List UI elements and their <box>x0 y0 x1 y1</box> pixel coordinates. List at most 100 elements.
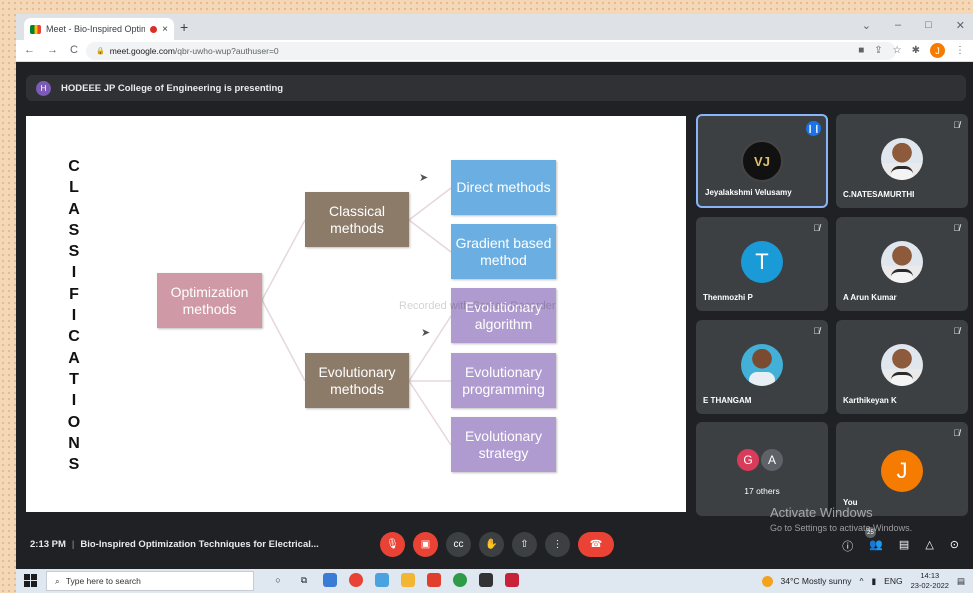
avatar: T <box>741 241 783 283</box>
tree-connector-lines <box>261 187 452 446</box>
participant-tile[interactable]: T 🎙̸ Thenmozhi P <box>696 217 828 311</box>
office-icon[interactable] <box>427 573 441 587</box>
participant-name: Jeyalakshmi Velusamy <box>705 188 792 197</box>
activate-windows-watermark: Activate Windows Go to Settings to activ… <box>770 505 912 533</box>
avatar <box>881 344 923 386</box>
recorder-watermark: Recorded with Screen Recorder <box>399 300 556 312</box>
mic-off-icon: 🎙̸ <box>953 326 960 336</box>
captions-button[interactable]: cc <box>446 532 471 557</box>
windows-taskbar: ⌕ Type here to search ○ ⧉ 34°C Mostly su… <box>16 569 973 593</box>
profile-avatar[interactable]: J <box>930 43 945 58</box>
self-tile[interactable]: J 🎙̸ You <box>836 422 968 516</box>
reload-button[interactable]: C <box>70 44 78 56</box>
window-controls: ⌄ – □ ✕ <box>862 19 965 32</box>
extensions-icon[interactable]: ✱ <box>912 45 920 56</box>
side-panel-controls: ⓘ 👥 ▤ △ ⊙ <box>842 538 959 554</box>
tray-chevron-icon[interactable]: ^ <box>859 576 863 586</box>
participant-tile[interactable]: 🎙̸ E THANGAM <box>696 320 828 414</box>
mic-off-icon: 🎙̸ <box>953 428 960 438</box>
maximize-button[interactable]: □ <box>925 19 932 32</box>
weather-sun-icon <box>761 575 773 587</box>
task-view-icon[interactable]: ⧉ <box>297 573 311 587</box>
menu-icon[interactable]: ⋮ <box>955 45 965 56</box>
app-icon[interactable] <box>505 573 519 587</box>
close-window-button[interactable]: ✕ <box>956 19 965 32</box>
others-count: 17 others <box>744 486 780 496</box>
camera-indicator-icon[interactable]: ■ <box>858 45 864 56</box>
info-icon[interactable]: ⓘ <box>842 538 853 554</box>
camera-off-icon: ▣ <box>420 539 431 550</box>
url-path: /qbr-uwho-wup?authuser=0 <box>174 46 279 56</box>
presentation-slide: CLASSIFICATIONS Optimization methods Cla… <box>26 116 686 512</box>
meet-main: H HODEEE JP College of Engineering is pr… <box>16 62 973 570</box>
tab-bar: Meet - Bio-Inspired Optimiz × + ⌄ – □ ✕ <box>16 14 973 40</box>
toolbar-icons: ■ ⇪ ☆ ✱ J ⋮ <box>858 43 965 58</box>
meet-favicon-icon <box>30 24 41 34</box>
participant-tile[interactable]: 🎙̸ A Arun Kumar <box>836 217 968 311</box>
clock-time: 14:13 <box>920 571 940 580</box>
more-options-button[interactable]: ⋮ <box>545 532 570 557</box>
taskbar-apps: ○ ⧉ <box>271 573 519 587</box>
file-explorer-icon[interactable] <box>401 573 415 587</box>
participant-name: A Arun Kumar <box>843 293 897 302</box>
url-field[interactable]: 🔒 meet.google.com/qbr-uwho-wup?authuser=… <box>86 42 896 60</box>
host-controls-icon[interactable]: ⊙ <box>950 538 959 554</box>
recorder-icon[interactable] <box>479 573 493 587</box>
bookmark-star-icon[interactable]: ☆ <box>893 45 902 56</box>
cortana-icon[interactable]: ○ <box>271 573 285 587</box>
activate-title: Activate Windows <box>770 505 873 520</box>
node-evolutionary-strategy: Evolutionary strategy <box>451 417 556 472</box>
node-evolutionary-methods: Evolutionary methods <box>305 353 409 408</box>
clock[interactable]: 14:13 23-02-2022 <box>911 571 949 591</box>
chrome-icon[interactable] <box>453 573 467 587</box>
new-tab-button[interactable]: + <box>180 19 188 35</box>
chat-icon[interactable]: ▤ <box>899 538 909 554</box>
back-button[interactable]: ← <box>24 44 35 56</box>
browser-window: Meet - Bio-Inspired Optimiz × + ⌄ – □ ✕ … <box>16 14 973 570</box>
avatar: G <box>736 448 760 472</box>
participant-name: Karthikeyan K <box>843 396 897 405</box>
tab-title: Meet - Bio-Inspired Optimiz <box>46 24 146 34</box>
participant-tile[interactable]: VJ ❙❙ Jeyalakshmi Velusamy <box>696 114 828 208</box>
others-tile[interactable]: G A 17 others <box>696 422 828 516</box>
share-icon[interactable]: ⇪ <box>874 45 882 56</box>
node-optimization-methods: Optimization methods <box>157 273 262 328</box>
participant-tile[interactable]: 🎙̸ C.NATESAMURTHI <box>836 114 968 208</box>
taskbar-search[interactable]: ⌕ Type here to search <box>46 571 254 591</box>
weather-text[interactable]: 34°C Mostly sunny <box>781 576 852 586</box>
windows-start-icon[interactable] <box>24 574 37 587</box>
search-placeholder: Type here to search <box>65 576 141 586</box>
notifications-icon[interactable]: ▤ <box>957 576 965 587</box>
camera-toggle-button[interactable]: ▣ <box>413 532 438 557</box>
others-avatars: G A <box>736 448 784 472</box>
minimize-button[interactable]: – <box>895 19 901 32</box>
leave-call-button[interactable]: ☎ <box>578 532 614 557</box>
search-icon: ⌕ <box>55 575 60 586</box>
recording-dot-icon <box>150 25 158 33</box>
tab-close-icon[interactable]: × <box>162 24 168 35</box>
raise-hand-button[interactable]: ✋ <box>479 532 504 557</box>
app-icon[interactable] <box>323 573 337 587</box>
forward-button[interactable]: → <box>47 44 58 56</box>
present-icon: ⇧ <box>520 539 529 550</box>
present-button[interactable]: ⇧ <box>512 532 537 557</box>
node-direct-methods: Direct methods <box>451 160 556 215</box>
mic-off-icon: 🎙̸ <box>953 223 960 233</box>
language-indicator[interactable]: ENG <box>884 576 902 586</box>
participant-tile[interactable]: 🎙̸ Karthikeyan K <box>836 320 968 414</box>
chrome-icon[interactable] <box>349 573 363 587</box>
app-icon[interactable] <box>375 573 389 587</box>
battery-icon[interactable]: ▮ <box>871 576 876 587</box>
mic-toggle-button[interactable]: 🎙 <box>380 532 405 557</box>
activities-icon[interactable]: △ <box>925 538 933 554</box>
presenting-text: HODEEE JP College of Engineering is pres… <box>61 82 284 94</box>
meeting-title: Bio-Inspired Optimization Techniques for… <box>80 539 319 550</box>
people-icon[interactable]: 👥 <box>869 538 883 554</box>
mic-off-icon: 🎙̸ <box>953 120 960 130</box>
tab-search-icon[interactable]: ⌄ <box>862 19 871 32</box>
avatar <box>741 344 783 386</box>
avatar: A <box>760 448 784 472</box>
node-classical-methods: Classical methods <box>305 192 409 247</box>
nav-buttons: ← → C <box>24 44 78 56</box>
tab-meet[interactable]: Meet - Bio-Inspired Optimiz × <box>24 18 174 40</box>
